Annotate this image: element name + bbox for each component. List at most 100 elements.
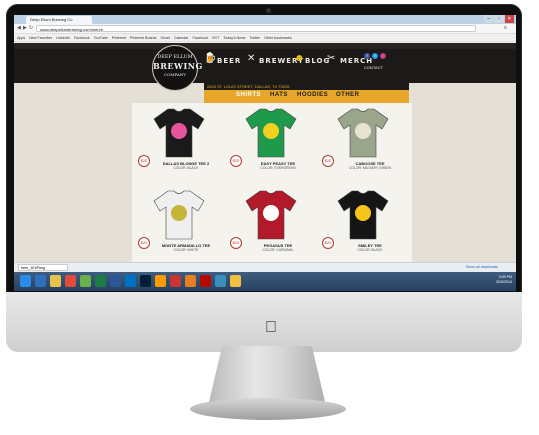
product-card[interactable]: $20 DALLAS BLONDE TEE 2 COLOR: BLACK xyxy=(136,107,222,187)
tshirt-image[interactable] xyxy=(244,189,298,241)
product-color: COLOR: EVERGREEN xyxy=(260,166,296,170)
logo-line-1: DEEP ELLUM xyxy=(157,54,193,60)
reload-icon[interactable]: ↻ xyxy=(29,25,33,32)
tshirt-image[interactable] xyxy=(244,107,298,159)
tshirt-image[interactable] xyxy=(152,107,206,159)
paint-icon[interactable] xyxy=(215,275,226,287)
window-controls: – ▫ ✕ xyxy=(484,15,514,23)
twitter-icon[interactable]: t xyxy=(372,53,378,59)
header-strip xyxy=(14,43,516,49)
bookmark-item[interactable]: Other bookmarks xyxy=(264,34,292,41)
category-bar: SHIRTS HATS HOODIES OTHER xyxy=(204,90,409,103)
maximize-button[interactable]: ▫ xyxy=(494,15,504,23)
vlc-icon[interactable] xyxy=(185,275,196,287)
apple-logo-icon:  xyxy=(263,318,279,338)
instagram-icon[interactable]: i xyxy=(380,53,386,59)
acrobat-icon[interactable] xyxy=(200,275,211,287)
imac-frame:  Deep Ellum Brewing Co – ▫ ✕ ◀ ▶ ↻ www.… xyxy=(0,0,539,435)
website: 🍺 BEER ✕ BREWERY ☻ BLOG ✂ MERCH f t i CO… xyxy=(14,43,516,262)
price-badge: $20 xyxy=(322,155,334,167)
price-badge: $20 xyxy=(230,155,242,167)
word-icon[interactable] xyxy=(110,275,121,287)
crossed-tools-icon: ✕ xyxy=(247,53,256,64)
photoshop-icon[interactable] xyxy=(140,275,151,287)
bookmark-item[interactable]: Pinterest xyxy=(112,34,126,41)
product-color: COLOR: MILITARY GREEN xyxy=(348,166,392,170)
bookmark-item[interactable]: New Favorites xyxy=(29,34,52,41)
address-bar: ◀ ▶ ↻ www.deepellumbrewing.com/merch ≡ xyxy=(14,24,516,34)
bookmark-item[interactable]: Twitter xyxy=(249,34,260,41)
tshirt-image[interactable] xyxy=(336,107,390,159)
excel-icon[interactable] xyxy=(95,275,106,287)
shirt-icon: ✂ xyxy=(327,53,336,64)
category-other[interactable]: OTHER xyxy=(336,92,360,98)
facebook-icon[interactable]: f xyxy=(364,53,370,59)
category-hoodies[interactable]: HOODIES xyxy=(297,92,328,98)
price-badge: $20 xyxy=(138,237,150,249)
start-icon[interactable] xyxy=(20,275,31,287)
taskbar: 3:05 PM 3/26/2014 xyxy=(14,272,516,291)
bookmarks-bar: Apps New Favorites LinkedIn Facebook YouTube… xyxy=(14,34,516,42)
explorer-icon[interactable] xyxy=(50,275,61,287)
product-color: COLOR: WHITE xyxy=(173,248,199,252)
outlook-icon[interactable] xyxy=(125,275,136,287)
product-card[interactable]: $20 EASY PEASY TEE COLOR: EVERGREEN xyxy=(228,107,314,187)
bookmark-item[interactable]: Facebook xyxy=(74,34,90,41)
product-color: COLOR: BLACK xyxy=(173,166,199,170)
media-icon[interactable] xyxy=(80,275,91,287)
ftp-icon[interactable] xyxy=(170,275,181,287)
price-badge: $20 xyxy=(230,237,242,249)
minimize-button[interactable]: – xyxy=(484,15,494,23)
logo-line-2: BREWING xyxy=(153,61,203,71)
downloads-bar: beer_1E4Pong Show all downloads xyxy=(14,262,516,272)
tab-bar: Deep Ellum Brewing Co – ▫ ✕ xyxy=(14,15,516,24)
system-clock[interactable]: 3:05 PM 3/26/2014 xyxy=(496,275,512,285)
category-hats[interactable]: HATS xyxy=(270,92,288,98)
product-color: COLOR: BLACK xyxy=(357,248,383,252)
chrome-icon[interactable] xyxy=(65,275,76,287)
nav-beer[interactable]: BEER xyxy=(217,57,241,65)
address-banner: 2823 ST. LOUIS STREET, DALLAS, TX 75226 xyxy=(204,83,409,90)
clock-date: 3/26/2014 xyxy=(496,280,512,284)
bookmark-item[interactable]: Today's News xyxy=(223,34,245,41)
ie-icon[interactable] xyxy=(35,275,46,287)
beer-glass-icon: 🍺 xyxy=(204,53,217,64)
bookmark-item[interactable]: NYT xyxy=(212,34,219,41)
bookmark-item[interactable]: Apps xyxy=(17,34,25,41)
bookmark-item[interactable]: Pinterest Boards xyxy=(130,34,157,41)
close-button[interactable]: ✕ xyxy=(504,15,514,23)
tshirt-image[interactable] xyxy=(336,189,390,241)
logo-line-3: COMPANY xyxy=(164,72,186,77)
category-shirts[interactable]: SHIRTS xyxy=(236,92,261,98)
price-badge: $20 xyxy=(322,237,334,249)
url-input[interactable]: www.deepellumbrewing.com/merch xyxy=(36,25,476,32)
show-all-downloads-link[interactable]: Show all downloads xyxy=(466,264,498,271)
product-card[interactable]: $20 SMILEY TEE COLOR: BLACK xyxy=(320,189,406,262)
camera-icon xyxy=(266,8,271,13)
illustrator-icon[interactable] xyxy=(155,275,166,287)
back-icon[interactable]: ◀ xyxy=(17,25,21,32)
brewery-logo[interactable]: DEEP ELLUM BREWING COMPANY xyxy=(152,45,203,91)
smiley-icon: ☻ xyxy=(294,53,305,64)
product-card[interactable]: $20 PEGASUS TEE COLOR: CARDINAL xyxy=(228,189,314,262)
bookmark-item[interactable]: Calendar xyxy=(174,34,189,41)
monitor-base xyxy=(190,398,346,420)
forward-icon[interactable]: ▶ xyxy=(23,25,27,32)
bookmark-item[interactable]: YouTube xyxy=(94,34,108,41)
nav-contact[interactable]: CONTACT xyxy=(364,65,383,70)
bookmark-item[interactable]: Facebook xyxy=(192,34,208,41)
bookmark-item[interactable]: Gmail xyxy=(160,34,169,41)
browser-tab[interactable]: Deep Ellum Brewing Co xyxy=(26,16,92,24)
product-card[interactable]: $20 CABOOSE TEE COLOR: MILITARY GREEN xyxy=(320,107,406,187)
bookmark-item[interactable]: LinkedIn xyxy=(56,34,70,41)
product-card[interactable]: $20 MONTE ARMADILLO TEE COLOR: WHITE xyxy=(136,189,222,262)
tshirt-image[interactable] xyxy=(152,189,206,241)
menu-icon[interactable]: ≡ xyxy=(504,25,507,32)
price-badge: $20 xyxy=(138,155,150,167)
download-item[interactable]: beer_1E4Pong xyxy=(18,264,68,271)
product-grid: $20 DALLAS BLONDE TEE 2 COLOR: BLACK $20 EAS… xyxy=(132,103,412,262)
product-color: COLOR: CARDINAL xyxy=(262,248,294,252)
monitor-stand xyxy=(208,346,326,406)
site-header: 🍺 BEER ✕ BREWERY ☻ BLOG ✂ MERCH f t i CO… xyxy=(14,43,516,83)
folder-icon[interactable] xyxy=(230,275,241,287)
